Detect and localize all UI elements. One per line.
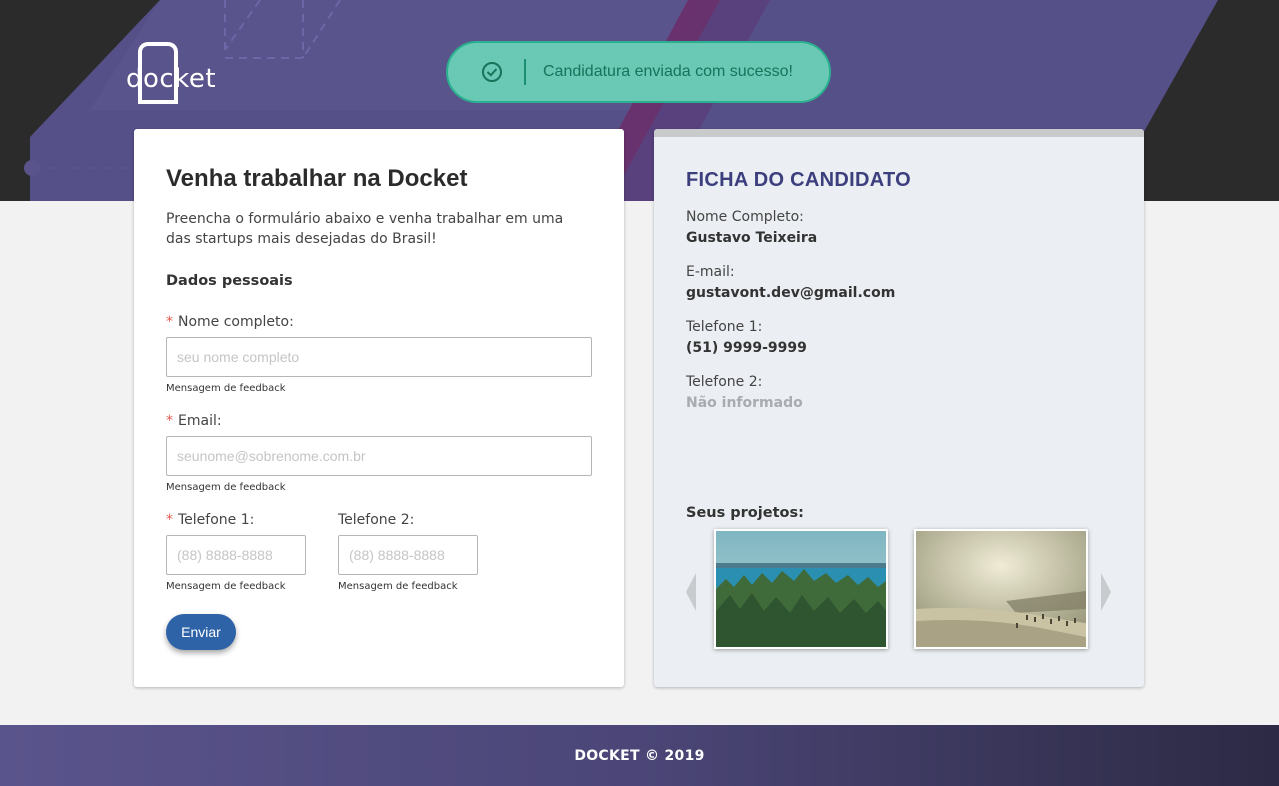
candidate-sheet-card: FICHA DO CANDIDATO Nome Completo: Gustav… (654, 129, 1144, 687)
required-marker: * (166, 314, 173, 330)
email-input[interactable] (166, 436, 592, 476)
telefone2-label: Telefone 2: (338, 512, 415, 528)
carousel-next-arrow-icon[interactable] (1101, 573, 1111, 611)
check-circle-icon (482, 62, 502, 82)
docket-logo[interactable]: docket (126, 42, 216, 104)
logo-frame-bottom (138, 100, 178, 104)
success-toast: Candidatura enviada com sucesso! (446, 41, 831, 103)
projects-title: Seus projetos: (686, 505, 804, 521)
nome-feedback: Mensagem de feedback (166, 383, 286, 394)
ficha-telefone2-label: Telefone 2: (686, 374, 763, 390)
nome-label: * Nome completo: (166, 314, 294, 330)
required-marker: * (166, 512, 173, 528)
carousel-prev-arrow-icon[interactable] (686, 573, 696, 611)
forest-lake-image (716, 531, 886, 647)
ficha-title: FICHA DO CANDIDATO (686, 169, 912, 191)
form-intro: Preencha o formulário abaixo e venha tra… (166, 211, 564, 247)
telefone1-label: * Telefone 1: (166, 512, 254, 528)
toast-message: Candidatura enviada com sucesso! (543, 63, 793, 80)
ficha-nome-label: Nome Completo: (686, 209, 804, 225)
nome-input[interactable] (166, 337, 592, 377)
project-thumbnail-forest[interactable] (714, 529, 888, 649)
telefone2-feedback: Mensagem de feedback (338, 581, 458, 592)
form-title: Venha trabalhar na Docket (166, 165, 468, 192)
telefone1-feedback: Mensagem de feedback (166, 581, 286, 592)
section-title-personal-data: Dados pessoais (166, 273, 293, 289)
ficha-telefone2-value: Não informado (686, 395, 803, 411)
telefone2-input[interactable] (338, 535, 478, 575)
ficha-telefone1-label: Telefone 1: (686, 319, 763, 335)
application-form-card: Venha trabalhar na Docket Preencha o for… (134, 129, 624, 687)
nome-label-text: Nome completo: (178, 314, 294, 330)
project-thumbnail-beach[interactable] (914, 529, 1088, 649)
telefone1-input[interactable] (166, 535, 306, 575)
telefone1-label-text: Telefone 1: (178, 512, 255, 528)
submit-button[interactable]: Enviar (166, 614, 236, 650)
ficha-telefone1-value: (51) 9999-9999 (686, 340, 807, 356)
ficha-nome-value: Gustavo Teixeira (686, 230, 818, 246)
footer: DOCKET © 2019 (0, 725, 1279, 786)
required-marker: * (166, 413, 173, 429)
footer-copyright: DOCKET © 2019 (574, 747, 705, 764)
email-feedback: Mensagem de feedback (166, 482, 286, 493)
toast-divider (524, 59, 526, 85)
logo-text: docket (126, 64, 217, 94)
email-label: * Email: (166, 413, 222, 429)
beach-image (916, 531, 1086, 647)
email-label-text: Email: (178, 413, 222, 429)
ficha-email-value: gustavont.dev@gmail.com (686, 285, 896, 301)
ficha-email-label: E-mail: (686, 264, 735, 280)
